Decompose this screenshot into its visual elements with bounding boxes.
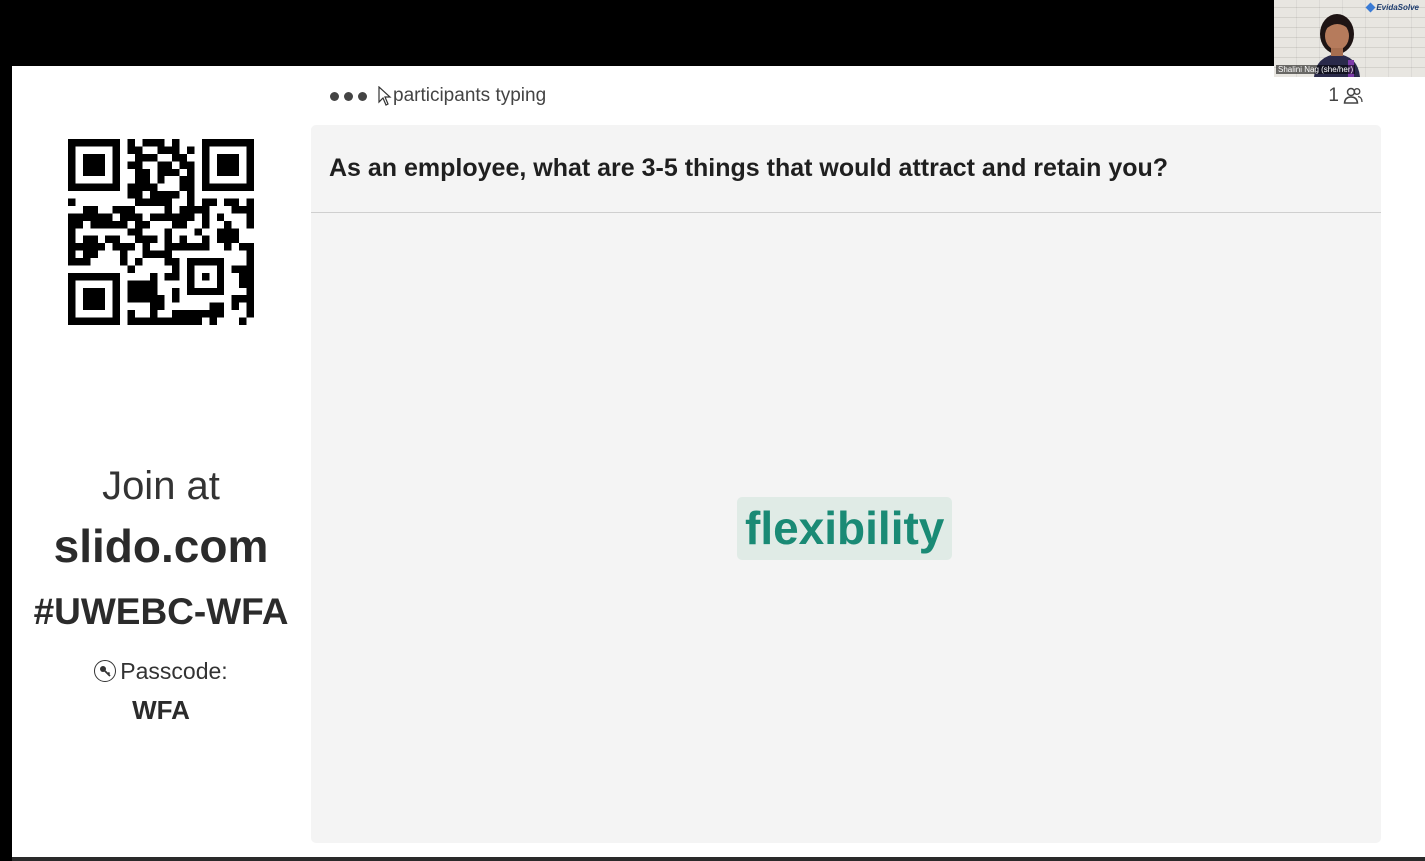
event-code: #UWEBC-WFA bbox=[33, 591, 289, 632]
bottom-border bbox=[12, 857, 1425, 861]
passcode-label: Passcode: bbox=[120, 658, 228, 684]
poll-question: As an employee, what are 3-5 things that… bbox=[329, 154, 1169, 182]
join-url: slido.com bbox=[53, 520, 269, 572]
left-black-edge bbox=[0, 66, 12, 861]
poll-header: As an employee, what are 3-5 things that… bbox=[311, 125, 1381, 213]
typing-dots-icon bbox=[330, 91, 367, 101]
participant-video-tile[interactable]: EvidaSolve Shalini Nag (she/her) bbox=[1274, 0, 1425, 77]
mouse-cursor-icon bbox=[378, 86, 392, 106]
key-icon bbox=[94, 660, 117, 682]
passcode-value: WFA bbox=[132, 695, 190, 725]
typing-text: participants typing bbox=[377, 85, 546, 107]
brand-logo: EvidaSolve bbox=[1365, 2, 1419, 13]
people-icon bbox=[1343, 87, 1363, 104]
qr-code[interactable] bbox=[68, 139, 254, 325]
top-black-bar bbox=[0, 0, 1425, 66]
participant-count: 1 bbox=[1328, 82, 1363, 110]
word-cloud-item: flexibility bbox=[737, 497, 953, 560]
participant-count-value: 1 bbox=[1328, 85, 1339, 106]
passcode-row: Passcode: bbox=[12, 656, 310, 686]
poll-card: As an employee, what are 3-5 things that… bbox=[311, 125, 1381, 843]
join-label: Join at bbox=[102, 464, 220, 508]
qr-modules bbox=[68, 139, 254, 325]
participant-name-label: Shalini Nag (she/her) bbox=[1276, 65, 1356, 74]
brand-logo-icon bbox=[1365, 2, 1376, 13]
typing-indicator: participants typing bbox=[330, 82, 546, 110]
